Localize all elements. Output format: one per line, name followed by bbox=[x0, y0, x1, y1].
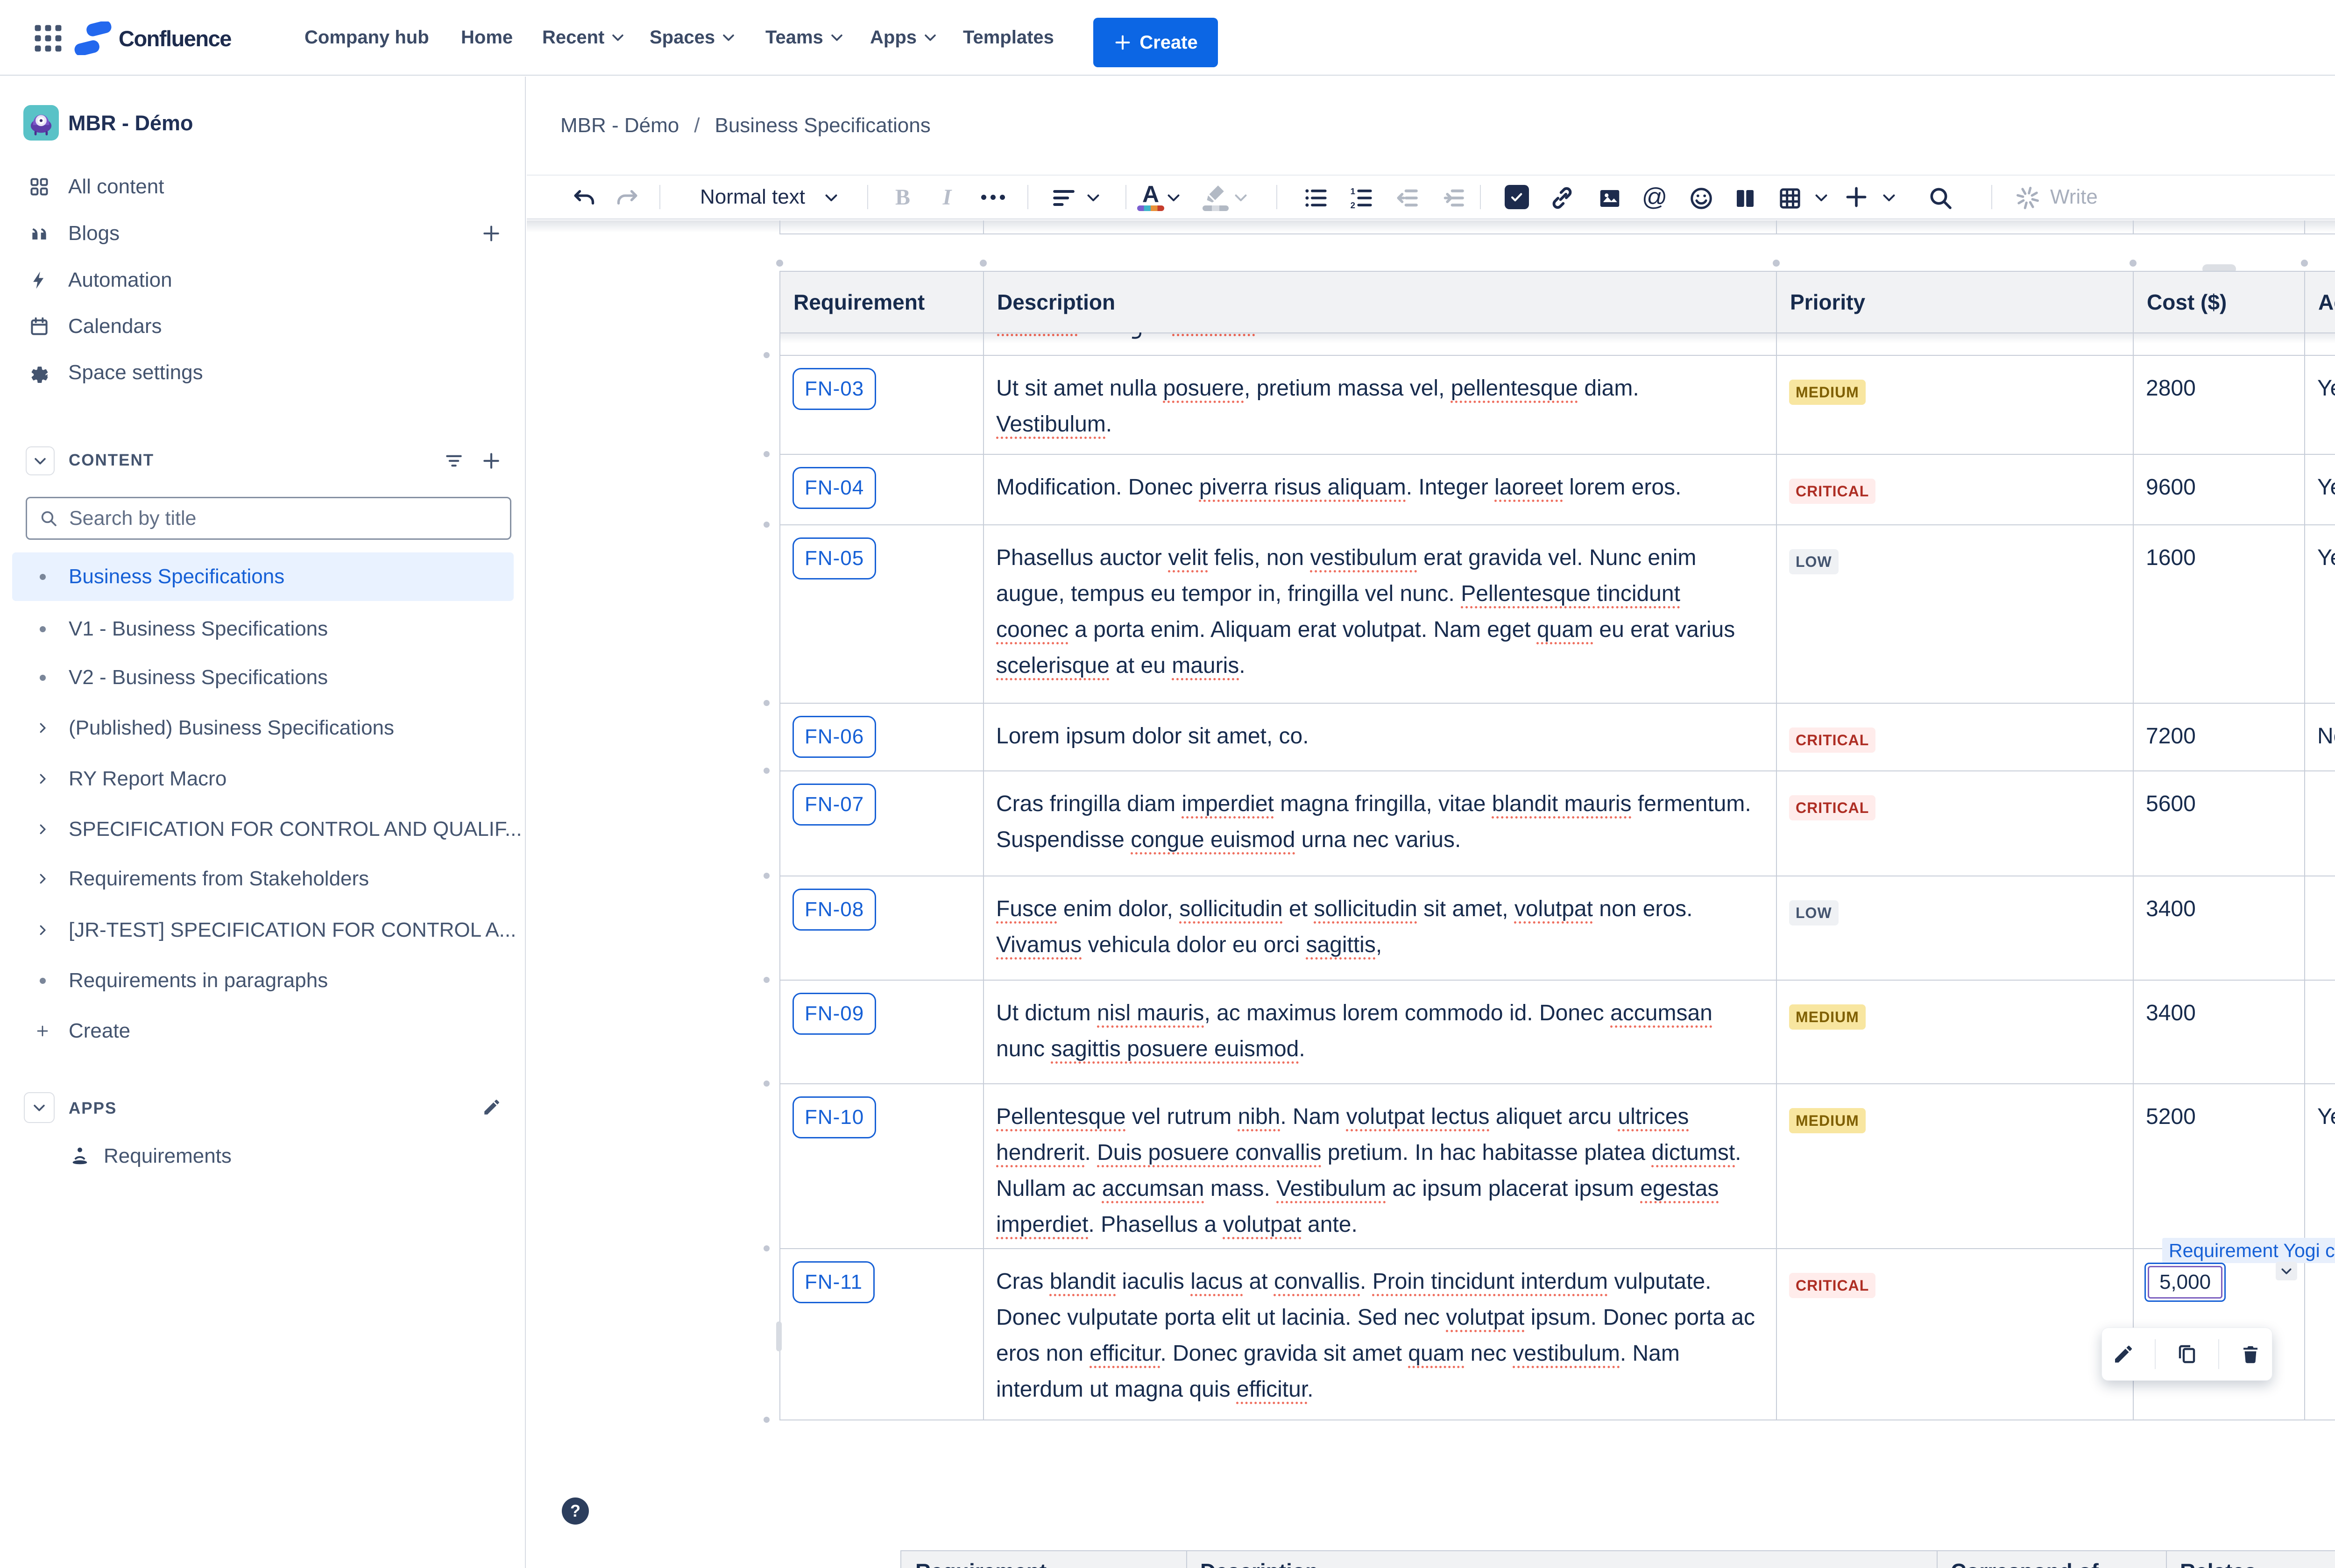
svg-text:2: 2 bbox=[1351, 200, 1355, 210]
svg-text:1: 1 bbox=[1351, 186, 1355, 196]
